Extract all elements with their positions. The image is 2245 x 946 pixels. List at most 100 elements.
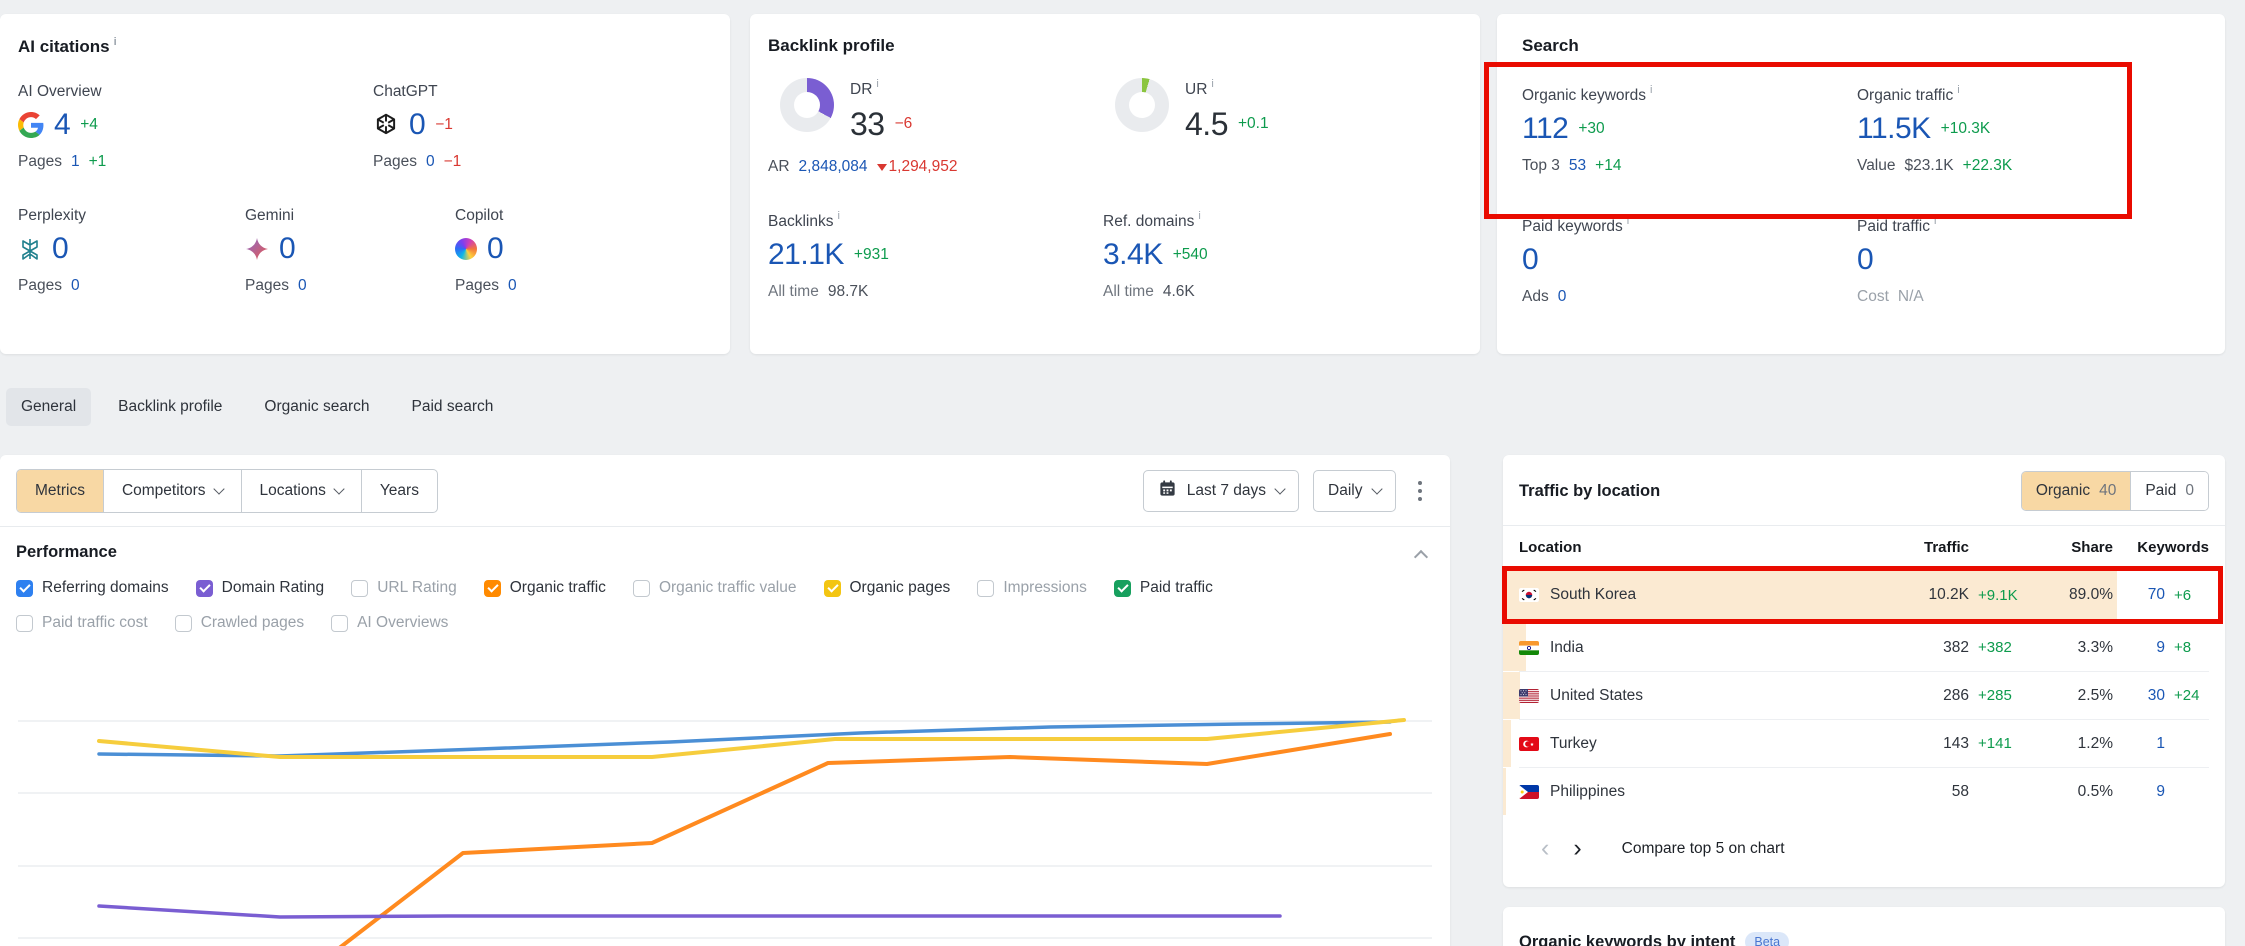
chevron-down-icon: [213, 483, 224, 494]
ref-domains-value[interactable]: 3.4K: [1103, 240, 1163, 270]
checkbox-icon: [351, 580, 368, 597]
organic-traffic-block: Organic traffici 11.5K+10.3K Value$23.1K…: [1857, 84, 2012, 175]
ur-donut-chart: [1115, 78, 1169, 132]
chatgpt-icon: [373, 112, 399, 138]
years-segment[interactable]: Years: [361, 470, 437, 512]
organic-paid-toggle: Organic40 Paid0: [2021, 471, 2209, 511]
metric-checkbox-organic-pages[interactable]: Organic pages: [824, 579, 951, 597]
beta-badge: Beta: [1745, 932, 1789, 946]
section-tabs: General Backlink profile Organic search …: [6, 388, 508, 426]
location-row-philippines[interactable]: Philippines 58 0.5% 9: [1519, 767, 2209, 815]
performance-line-chart: [10, 650, 1440, 946]
checkbox-icon: [175, 615, 192, 632]
ur-value: 4.5: [1185, 108, 1228, 140]
organic-keywords-value[interactable]: 112: [1522, 114, 1568, 144]
metric-checkbox-url-rating[interactable]: URL Rating: [351, 579, 457, 597]
search-card: Search Organic keywordsi 112+30 Top 353+…: [1497, 14, 2225, 354]
chevron-down-icon: [1274, 483, 1285, 494]
metric-checkbox-referring-domains[interactable]: Referring domains: [16, 579, 169, 597]
info-icon[interactable]: i: [1957, 84, 1959, 96]
tab-backlink-profile[interactable]: Backlink profile: [103, 388, 237, 426]
paid-traffic-value[interactable]: 0: [1857, 245, 1873, 275]
date-range-button[interactable]: Last 7 days: [1143, 470, 1299, 512]
metric-checkbox-row-2: Paid traffic cost Crawled pages AI Overv…: [0, 614, 1450, 632]
backlinks-value[interactable]: 21.1K: [768, 240, 844, 270]
share-bar: [1503, 768, 1506, 815]
decrease-arrow-icon: [877, 164, 887, 171]
checkbox-icon: [824, 580, 841, 597]
organic-toggle[interactable]: Organic40: [2022, 472, 2131, 510]
metric-checkbox-paid-traffic-cost[interactable]: Paid traffic cost: [16, 614, 148, 632]
more-options-kebab-icon[interactable]: [1410, 473, 1431, 510]
metric-checkbox-row-1: Referring domains Domain Rating URL Rati…: [0, 579, 1450, 597]
url-rating-block: URi 4.5+0.1: [1103, 78, 1269, 176]
chatgpt-delta: −1: [435, 116, 453, 134]
search-title: Search: [1522, 36, 2205, 56]
tab-organic-search[interactable]: Organic search: [249, 388, 384, 426]
info-icon[interactable]: i: [1211, 78, 1213, 90]
checkbox-icon: [633, 580, 650, 597]
info-icon[interactable]: i: [1934, 215, 1936, 227]
location-row-turkey[interactable]: Turkey 143 +141 1.2% 1: [1519, 719, 2209, 767]
engine-chatgpt: ChatGPT 0 −1 Pages0−1: [373, 83, 461, 171]
paid-keywords-block: Paid keywordsi 0 Ads0: [1522, 215, 1857, 306]
compare-top5-link[interactable]: Compare top 5 on chart: [1622, 840, 1785, 858]
engine-copilot: Copilot 0 Pages0: [455, 207, 517, 295]
tab-general[interactable]: General: [6, 388, 91, 426]
ai-citations-title: AI citationsi: [18, 36, 712, 57]
metric-checkbox-impressions[interactable]: Impressions: [977, 579, 1087, 597]
organic-traffic-value[interactable]: 11.5K: [1857, 114, 1931, 144]
perplexity-icon: [18, 237, 42, 261]
tab-paid-search[interactable]: Paid search: [397, 388, 509, 426]
chart-line-organic-traffic: [338, 734, 1390, 946]
next-page-chevron-icon[interactable]: ›: [1561, 836, 1593, 861]
locations-segment[interactable]: Locations: [241, 470, 361, 512]
metrics-segment[interactable]: Metrics: [17, 470, 103, 512]
location-row-united-states[interactable]: United States 286 +285 2.5% 30 +24: [1519, 671, 2209, 719]
ai-citations-card: AI citationsi AI Overview 4 +4 Pages1+1 …: [0, 14, 730, 354]
engine-ai-overview: AI Overview 4 +4 Pages1+1: [18, 83, 373, 171]
info-icon[interactable]: i: [1627, 215, 1629, 227]
location-pagination: ‹ › Compare top 5 on chart: [1519, 815, 2209, 861]
traffic-by-location-title: Traffic by location: [1519, 482, 1660, 501]
organic-keywords-block: Organic keywordsi 112+30 Top 353+14: [1522, 84, 1857, 175]
metric-checkbox-organic-traffic[interactable]: Organic traffic: [484, 579, 606, 597]
organic-keywords-by-intent-card: Organic keywords by intent Beta: [1503, 907, 2225, 946]
location-row-india[interactable]: India 382 +382 3.3% 9 +8: [1519, 623, 2209, 671]
info-icon[interactable]: i: [876, 78, 878, 90]
paid-keywords-value[interactable]: 0: [1522, 245, 1538, 275]
metric-checkbox-organic-traffic-value[interactable]: Organic traffic value: [633, 579, 797, 597]
collapse-chevron-icon[interactable]: [1414, 549, 1428, 563]
backlink-profile-title: Backlink profile: [768, 36, 1462, 56]
paid-toggle[interactable]: Paid0: [2130, 472, 2208, 510]
info-icon[interactable]: i: [1198, 210, 1200, 222]
location-row-south-korea[interactable]: South Korea 10.2K +9.1K 89.0% 70 +6: [1519, 567, 2209, 623]
google-icon: [18, 112, 44, 138]
chart-toolbar: Metrics Competitors Locations Years Last…: [0, 455, 1450, 513]
engine-gemini: Gemini 0 Pages0: [245, 207, 455, 295]
metric-checkbox-domain-rating[interactable]: Domain Rating: [196, 579, 325, 597]
copilot-icon: [455, 238, 477, 260]
intent-title: Organic keywords by intent: [1519, 933, 1735, 946]
previous-page-chevron-icon[interactable]: ‹: [1529, 836, 1561, 861]
domain-overview-dashboard: AI citationsi AI Overview 4 +4 Pages1+1 …: [0, 0, 2245, 946]
dr-value: 33: [850, 108, 885, 140]
metric-checkbox-ai-overviews[interactable]: AI Overviews: [331, 614, 448, 632]
metric-checkbox-paid-traffic[interactable]: Paid traffic: [1114, 579, 1213, 597]
flag-india-icon: [1519, 641, 1539, 655]
info-icon[interactable]: i: [114, 36, 117, 48]
calendar-icon: [1158, 479, 1177, 503]
info-icon[interactable]: i: [1650, 84, 1652, 96]
share-bar: [1503, 672, 1520, 719]
info-icon[interactable]: i: [837, 210, 839, 222]
performance-card: Metrics Competitors Locations Years Last…: [0, 455, 1450, 946]
ai-overview-value: 4: [54, 110, 70, 140]
metric-checkbox-crawled-pages[interactable]: Crawled pages: [175, 614, 304, 632]
competitors-segment[interactable]: Competitors: [103, 470, 241, 512]
location-table-header: Location Traffic Share Keywords: [1519, 526, 2209, 567]
checkbox-icon: [484, 580, 501, 597]
granularity-button[interactable]: Daily: [1313, 470, 1395, 512]
dr-donut-chart: [780, 78, 834, 132]
chevron-down-icon: [1371, 483, 1382, 494]
performance-title: Performance: [16, 543, 117, 562]
